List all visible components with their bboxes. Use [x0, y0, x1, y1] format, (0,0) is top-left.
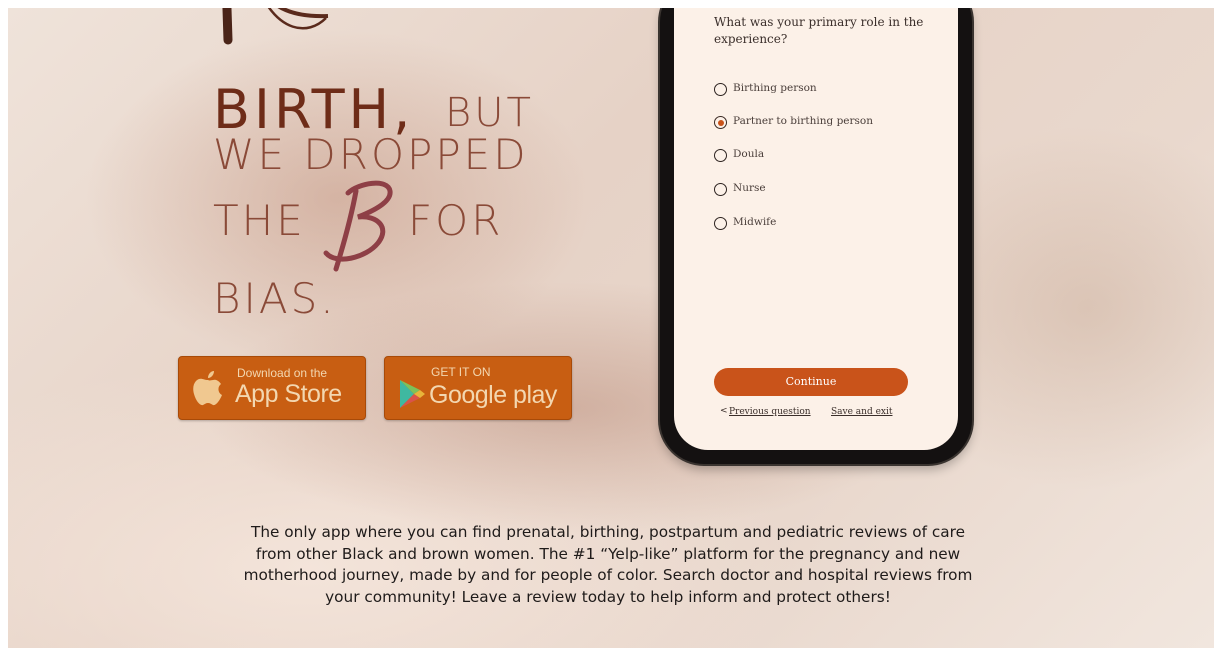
page: BIRTH, BUT WE DROPPED THE FOR BIAS. Down…: [8, 8, 1214, 648]
google-play-small-text: GET IT ON: [431, 365, 491, 379]
app-store-button[interactable]: Download on the App Store: [178, 356, 366, 420]
radio-button[interactable]: [714, 183, 727, 196]
option-label: Nurse: [733, 182, 766, 194]
radio-button-selected[interactable]: [714, 116, 727, 129]
app-description: The only app where you can find prenatal…: [243, 523, 973, 606]
radio-button[interactable]: [714, 149, 727, 162]
headline-we-dropped: WE DROPPED: [213, 130, 529, 179]
app-store-small-text: Download on the: [237, 366, 328, 380]
survey-question: What was your primary role in the experi…: [714, 15, 924, 46]
play-triangle-icon: [400, 380, 425, 408]
phone-mockup: What was your primary role in the experi…: [660, 8, 972, 464]
headline-the: THE: [213, 196, 306, 245]
option-label: Birthing person: [733, 82, 817, 94]
phone-screen: What was your primary role in the experi…: [674, 8, 958, 450]
option-label: Partner to birthing person: [733, 115, 873, 127]
app-store-big-text: App Store: [235, 380, 342, 408]
headline-bias: BIAS.: [213, 274, 337, 323]
radio-button[interactable]: [714, 83, 727, 96]
previous-question-link[interactable]: Previous question: [729, 407, 811, 417]
option-label: Doula: [733, 148, 765, 160]
headline-for: FOR: [408, 196, 504, 245]
script-b-icon: [323, 180, 393, 272]
continue-button[interactable]: Continue: [714, 368, 908, 396]
radio-button[interactable]: [714, 217, 727, 230]
brush-logo-icon: [222, 8, 329, 45]
chevron-left-icon: <: [720, 406, 728, 416]
option-label: Midwife: [733, 216, 777, 228]
google-play-button[interactable]: GET IT ON Google play: [384, 356, 572, 420]
apple-icon: [193, 371, 222, 406]
google-play-big-text: Google play: [429, 381, 557, 409]
save-and-exit-link[interactable]: Save and exit: [831, 407, 892, 417]
